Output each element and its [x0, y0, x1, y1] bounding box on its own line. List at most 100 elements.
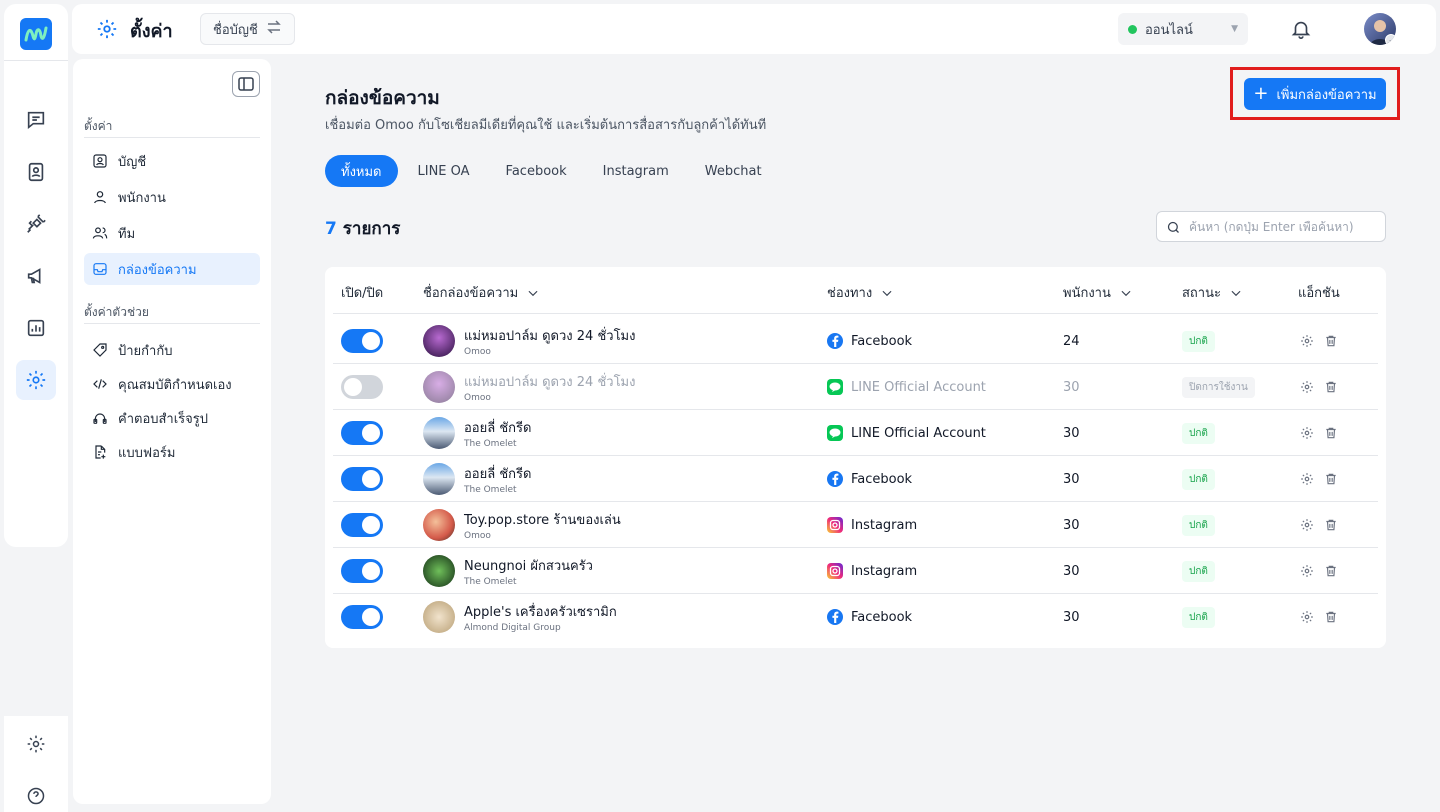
status-cell: ปกติ [1182, 594, 1215, 640]
row-delete-trash-icon[interactable] [1324, 380, 1338, 394]
row-settings-gear-icon[interactable] [1300, 610, 1314, 624]
inbox-name[interactable]: Apple's เครื่องครัวเซรามิก [464, 601, 617, 622]
row-delete-trash-icon[interactable] [1324, 334, 1338, 348]
inbox-toggle[interactable] [341, 467, 383, 491]
inbox-name[interactable]: Toy.pop.store ร้านของเล่น [464, 509, 621, 530]
facebook-icon [827, 609, 843, 625]
row-delete-trash-icon[interactable] [1324, 472, 1338, 486]
table-row: แม่หมอปาล์ม ดูดวง 24 ชั่วโมง Omoo Facebook… [333, 318, 1378, 364]
avatar-chevron-icon: ⌄ [1385, 34, 1396, 45]
main-content: กล่องข้อความ เชื่อมต่อ Omoo กับโซเชียลมี… [276, 59, 1436, 812]
header-gear-icon [96, 18, 118, 44]
sidebar-item-label: ป้ายกำกับ [118, 343, 173, 359]
inbox-toggle[interactable] [341, 559, 383, 583]
row-settings-gear-icon[interactable] [1300, 518, 1314, 532]
report-chart-icon[interactable] [16, 308, 56, 348]
inbox-toggle[interactable] [341, 421, 383, 445]
sidebar-item-label: คุณสมบัติกำหนดเอง [118, 377, 232, 393]
name-cell: แม่หมอปาล์ม ดูดวง 24 ชั่วโมง Omoo [423, 364, 635, 410]
inbox-name[interactable]: Neungnoi ผักสวนครัว [464, 555, 593, 576]
status-cell: ปกติ [1182, 456, 1215, 502]
sidebar-item-forms[interactable]: แบบฟอร์ม [84, 436, 260, 468]
tab-instagram[interactable]: Instagram [587, 155, 685, 187]
notification-bell-icon[interactable] [1290, 17, 1312, 45]
row-settings-gear-icon[interactable] [1300, 380, 1314, 394]
bottom-settings-gear-icon[interactable] [16, 724, 56, 764]
user-avatar[interactable]: ⌄ [1364, 13, 1396, 45]
app-logo-icon[interactable] [20, 18, 52, 50]
row-delete-trash-icon[interactable] [1324, 426, 1338, 440]
sidebar-item-account[interactable]: บัญชี [84, 145, 260, 177]
inbox-avatar [423, 371, 455, 403]
inbox-toggle[interactable] [341, 375, 383, 399]
channel-name: Facebook [851, 609, 913, 625]
name-cell: ออยลี่ ชักรีด The Omelet [423, 456, 531, 502]
sidebar-item-team[interactable]: ทีม [84, 217, 260, 249]
form-icon [95, 445, 106, 459]
inbox-account: Omoo [464, 393, 491, 403]
toggle-cell [341, 594, 383, 640]
sidebar-item-staff[interactable]: พนักงาน [84, 181, 260, 213]
status-badge: ปกติ [1182, 330, 1215, 352]
contacts-icon[interactable] [16, 152, 56, 192]
section-divider [84, 323, 260, 324]
channel-name: LINE Official Account [851, 379, 986, 395]
integration-plug-icon[interactable] [16, 204, 56, 244]
inbox-account: Omoo [464, 531, 491, 541]
inbox-toggle[interactable] [341, 329, 383, 353]
inbox-name[interactable]: แม่หมอปาล์ม ดูดวง 24 ชั่วโมง [464, 371, 635, 392]
status-badge: ปิดการใช้งาน [1182, 376, 1255, 398]
tab-line-oa[interactable]: LINE OA [402, 155, 486, 187]
status-badge: ปกติ [1182, 606, 1215, 628]
row-settings-gear-icon[interactable] [1300, 426, 1314, 440]
channel-name: Instagram [851, 517, 918, 533]
account-name: ชื่อบัญชี [213, 22, 258, 38]
channel-cell: LINE Official Account [827, 410, 986, 456]
sidebar-item-quick-replies[interactable]: คำตอบสำเร็จรูป [84, 402, 260, 434]
status-badge: ปกติ [1182, 560, 1215, 582]
row-delete-trash-icon[interactable] [1324, 610, 1338, 624]
inbox-toggle[interactable] [341, 513, 383, 537]
tab-webchat[interactable]: Webchat [689, 155, 778, 187]
header-status-sort[interactable]: สถานะ [1182, 282, 1243, 303]
rail-divider [4, 60, 68, 61]
row-settings-gear-icon[interactable] [1300, 334, 1314, 348]
chevron-down-icon [1121, 290, 1131, 296]
account-switch-button[interactable]: ชื่อบัญชี [200, 13, 295, 45]
sidebar-item-tags[interactable]: ป้ายกำกับ [84, 334, 260, 366]
channel-name: Facebook [851, 471, 913, 487]
header-staff-sort[interactable]: พนักงาน [1063, 282, 1133, 303]
status-cell: ปกติ [1182, 410, 1215, 456]
header-channel-sort[interactable]: ช่องทาง [827, 282, 894, 303]
inbox-name[interactable]: ออยลี่ ชักรีด [464, 417, 531, 438]
inbox-toggle[interactable] [341, 605, 383, 629]
row-delete-trash-icon[interactable] [1324, 518, 1338, 532]
item-count-number: 7 [325, 219, 337, 239]
tab-facebook[interactable]: Facebook [490, 155, 583, 187]
broadcast-megaphone-icon[interactable] [16, 256, 56, 296]
name-cell: ออยลี่ ชักรีด The Omelet [423, 410, 531, 456]
sidebar-collapse-icon[interactable] [232, 71, 260, 97]
sidebar-item-label: ทีม [118, 226, 136, 242]
sidebar-item-inbox[interactable]: กล่องข้อความ [84, 253, 260, 285]
header-name-sort[interactable]: ชื่อกล่องข้อความ [423, 282, 540, 303]
chat-icon[interactable] [16, 100, 56, 140]
inbox-avatar [423, 601, 455, 633]
inbox-name[interactable]: แม่หมอปาล์ม ดูดวง 24 ชั่วโมง [464, 325, 635, 346]
search-input[interactable] [1189, 219, 1379, 234]
swap-arrows-icon [266, 20, 282, 38]
inbox-account: Almond Digital Group [464, 623, 561, 633]
sidebar-item-custom-attributes[interactable]: คุณสมบัติกำหนดเอง [84, 368, 260, 400]
actions-cell [1300, 548, 1338, 594]
row-delete-trash-icon[interactable] [1324, 564, 1338, 578]
settings-sidebar: ตั้งค่า บัญชี พนักงาน ทีม กล่องข้อความ ต… [73, 59, 271, 804]
settings-gear-icon[interactable] [16, 360, 56, 400]
online-status-select[interactable]: ออนไลน์ ▼ [1118, 13, 1248, 45]
tab-all[interactable]: ทั้งหมด [325, 155, 398, 187]
row-settings-gear-icon[interactable] [1300, 472, 1314, 486]
row-settings-gear-icon[interactable] [1300, 564, 1314, 578]
add-inbox-button[interactable]: + เพิ่มกล่องข้อความ [1244, 78, 1386, 110]
inbox-name[interactable]: ออยลี่ ชักรีด [464, 463, 531, 484]
instagram-icon [827, 563, 843, 579]
help-icon[interactable] [16, 776, 56, 812]
